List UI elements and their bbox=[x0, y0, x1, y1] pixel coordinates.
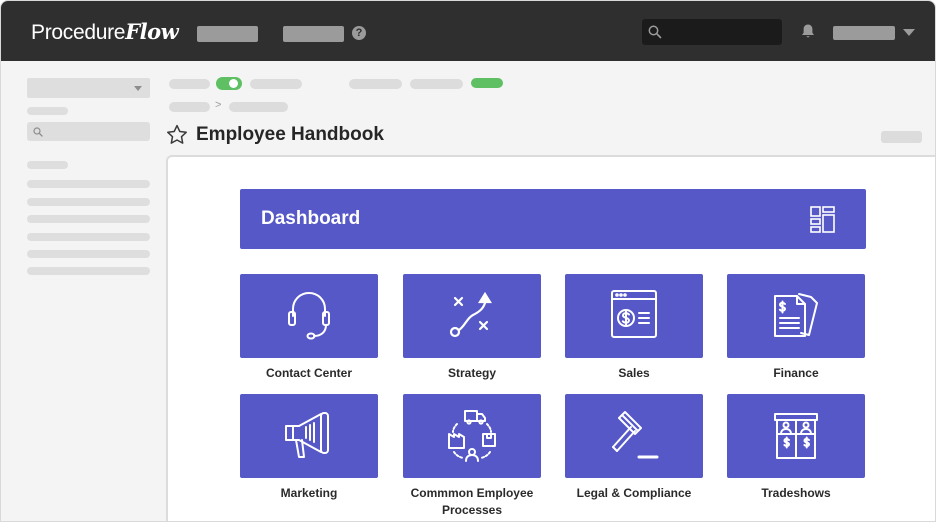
tile-legal-compliance[interactable]: Legal & Compliance bbox=[565, 394, 703, 502]
dashboard-title: Dashboard bbox=[261, 208, 361, 229]
toolbar-placeholder bbox=[169, 79, 210, 89]
dashboard-layout-icon[interactable] bbox=[809, 205, 837, 233]
strategy-icon bbox=[449, 291, 492, 338]
tile-contact-center[interactable]: Contact Center bbox=[240, 274, 378, 382]
nav-menu-placeholder-1[interactable] bbox=[197, 26, 258, 42]
tile-label: Legal & Compliance bbox=[576, 486, 692, 500]
dashboard-banner: Dashboard bbox=[240, 189, 866, 249]
sidebar-item-placeholder[interactable] bbox=[27, 198, 150, 206]
sidebar bbox=[1, 61, 161, 521]
top-navigation-bar: ProcedureFlow ? bbox=[1, 1, 935, 61]
global-search-input[interactable] bbox=[642, 19, 782, 45]
user-menu-placeholder[interactable] bbox=[833, 26, 895, 40]
tile-tradeshows[interactable]: Tradeshows bbox=[727, 394, 865, 502]
status-badge bbox=[471, 78, 503, 88]
tile-marketing[interactable]: Marketing bbox=[240, 394, 378, 502]
app-window: ProcedureFlow ? > Employee Handbook Dash… bbox=[0, 0, 936, 522]
breadcrumb-item[interactable] bbox=[169, 102, 210, 112]
sidebar-item-placeholder[interactable] bbox=[27, 267, 150, 275]
sidebar-item-placeholder[interactable] bbox=[27, 250, 150, 258]
sidebar-label-placeholder bbox=[27, 107, 68, 115]
content-panel: Dashboard Contact Center Strategy Sales bbox=[166, 155, 935, 521]
gavel-icon bbox=[612, 411, 659, 459]
tile-strategy-box[interactable] bbox=[403, 274, 541, 358]
megaphone-icon bbox=[285, 412, 329, 458]
toolbar-tab-placeholder[interactable] bbox=[410, 79, 463, 89]
tile-label: Commmon Employee Processes bbox=[410, 486, 534, 517]
sidebar-heading-placeholder bbox=[27, 161, 68, 169]
tile-finance[interactable]: Finance bbox=[727, 274, 865, 382]
search-icon bbox=[648, 25, 662, 39]
logo-accent-text: Flow bbox=[125, 19, 179, 44]
chevron-down-icon[interactable] bbox=[903, 29, 915, 36]
procedureflow-logo[interactable]: ProcedureFlow bbox=[31, 19, 179, 45]
bell-icon[interactable] bbox=[800, 23, 816, 40]
tile-label: Sales bbox=[618, 366, 650, 380]
toggle-switch[interactable] bbox=[216, 77, 242, 90]
breadcrumb-separator: > bbox=[215, 99, 222, 111]
tile-label: Marketing bbox=[280, 486, 338, 500]
logo-main-text: Procedure bbox=[31, 21, 126, 44]
finance-icon bbox=[774, 293, 818, 337]
tile-finance-box[interactable] bbox=[727, 274, 865, 358]
toolbar-placeholder bbox=[250, 79, 302, 89]
tile-marketing-box[interactable] bbox=[240, 394, 378, 478]
tile-strategy[interactable]: Strategy bbox=[403, 274, 541, 382]
tile-tradeshows-box[interactable] bbox=[727, 394, 865, 478]
toolbar-tab-placeholder[interactable] bbox=[349, 79, 402, 89]
star-icon[interactable] bbox=[166, 124, 188, 145]
tile-legal-compliance-box[interactable] bbox=[565, 394, 703, 478]
nav-menu-placeholder-2[interactable] bbox=[283, 26, 344, 42]
tile-sales-box[interactable] bbox=[565, 274, 703, 358]
tile-label: Finance bbox=[773, 366, 819, 380]
page-action-placeholder[interactable] bbox=[881, 131, 922, 143]
tile-common-employee-processes[interactable]: Commmon Employee Processes bbox=[403, 394, 541, 519]
tile-contact-center-box[interactable] bbox=[240, 274, 378, 358]
headset-icon bbox=[288, 291, 330, 340]
tile-common-employee-processes-box[interactable] bbox=[403, 394, 541, 478]
help-icon[interactable]: ? bbox=[352, 26, 366, 40]
sidebar-item-placeholder[interactable] bbox=[27, 233, 150, 241]
tile-sales[interactable]: Sales bbox=[565, 274, 703, 382]
process-cycle-icon bbox=[448, 410, 496, 462]
tile-label: Contact Center bbox=[265, 366, 352, 380]
page-title: Employee Handbook bbox=[196, 124, 384, 145]
tradeshow-booth-icon bbox=[774, 413, 818, 459]
sidebar-search-input[interactable] bbox=[27, 122, 150, 141]
search-icon bbox=[33, 127, 43, 137]
breadcrumb-item[interactable] bbox=[229, 102, 288, 112]
tile-label: Strategy bbox=[447, 366, 497, 380]
sidebar-dropdown[interactable] bbox=[27, 78, 150, 98]
sidebar-item-placeholder[interactable] bbox=[27, 180, 150, 188]
sidebar-item-placeholder[interactable] bbox=[27, 215, 150, 223]
sales-icon bbox=[611, 290, 657, 338]
tile-label: Tradeshows bbox=[761, 486, 831, 500]
chevron-down-icon bbox=[134, 86, 142, 91]
